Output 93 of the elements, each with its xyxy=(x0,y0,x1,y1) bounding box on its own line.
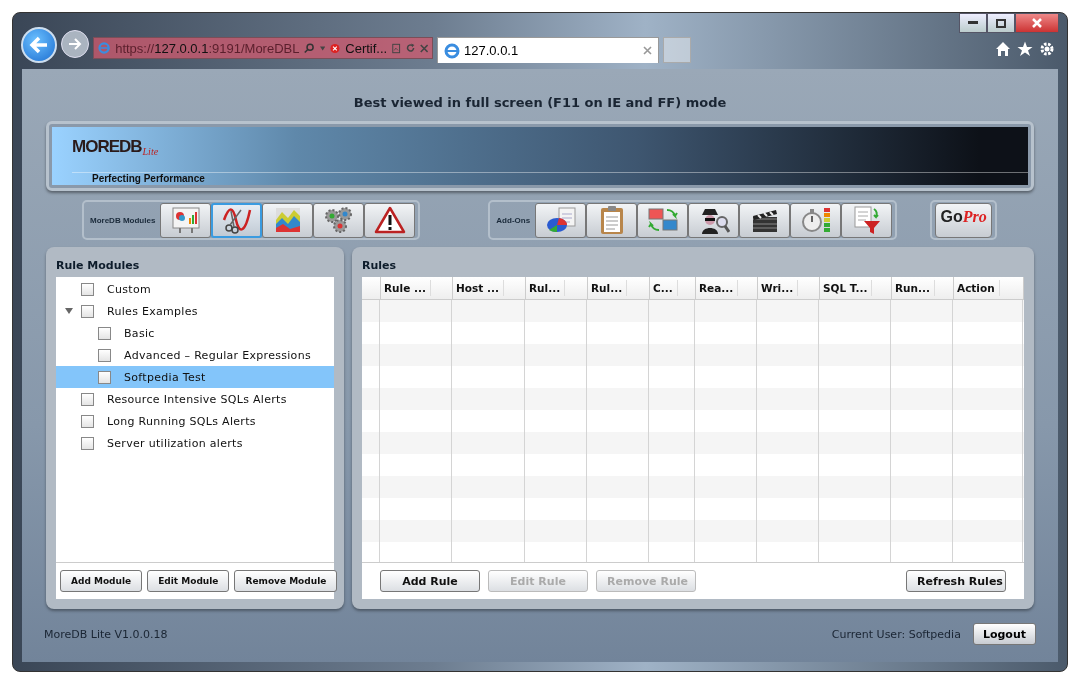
certificate-error-text[interactable]: Certif... xyxy=(345,40,388,56)
checkbox[interactable] xyxy=(98,370,111,384)
close-button[interactable] xyxy=(1015,13,1059,33)
browser-logo-icon xyxy=(98,40,111,56)
checkbox[interactable] xyxy=(81,392,94,406)
url-text: https://127.0.0.1:9191/MoreDBL xyxy=(115,40,300,56)
column-header[interactable]: Rea... xyxy=(699,280,739,296)
settings-icon[interactable] xyxy=(1039,41,1055,57)
checkbox[interactable] xyxy=(81,282,94,296)
toolbar-label: MoreDB Modules xyxy=(90,215,156,225)
refresh-rules-button[interactable]: Refresh Rules xyxy=(906,570,1006,592)
tree-item[interactable]: Custom xyxy=(56,278,334,300)
document-funnel-icon xyxy=(851,205,882,235)
panel-title: Rules xyxy=(362,258,397,272)
swap-monitors-icon xyxy=(646,206,679,234)
column-header[interactable]: Action xyxy=(957,280,1000,296)
module-button[interactable] xyxy=(262,202,314,238)
back-button[interactable] xyxy=(21,27,57,63)
minimize-icon xyxy=(968,21,978,25)
tree-item[interactable]: Resource Intensive SQLs Alerts xyxy=(56,388,334,410)
version-text: MoreDB Lite V1.0.0.18 xyxy=(44,627,168,641)
logout-button[interactable]: Logout xyxy=(972,623,1036,645)
tree-item[interactable]: Softpedia Test xyxy=(56,366,334,388)
error-icon xyxy=(330,41,341,55)
column-header[interactable]: C... xyxy=(653,280,678,296)
tree-item-label: Basic xyxy=(124,326,155,340)
checkbox[interactable] xyxy=(98,348,111,362)
dropdown-caret-icon[interactable] xyxy=(320,45,326,51)
stopwatch-icon xyxy=(799,206,832,234)
expand-triangle-icon[interactable] xyxy=(64,307,73,315)
go-pro-button[interactable]: GoPro xyxy=(935,202,993,238)
tree-item[interactable]: Rules Examples xyxy=(56,300,334,322)
back-arrow-icon xyxy=(29,36,49,54)
forward-button[interactable] xyxy=(61,30,89,58)
checkbox[interactable] xyxy=(81,414,94,428)
column-header[interactable]: Run... xyxy=(895,280,935,296)
gears-icon xyxy=(322,206,355,234)
address-bar[interactable]: https://127.0.0.1:9191/MoreDBL Certif... xyxy=(93,37,433,59)
logo-edition: Lite xyxy=(142,146,159,157)
forward-arrow-icon xyxy=(68,38,82,50)
module-button[interactable] xyxy=(211,202,263,238)
checkbox[interactable] xyxy=(98,326,111,340)
browser-logo-icon xyxy=(444,42,460,59)
tree-item-label: Rules Examples xyxy=(107,304,198,318)
star-icon[interactable] xyxy=(1017,41,1033,57)
presentation-board-icon xyxy=(170,206,201,234)
checkbox[interactable] xyxy=(81,304,94,318)
close-icon[interactable] xyxy=(643,46,652,55)
compatibility-icon[interactable] xyxy=(392,41,401,55)
module-action-button[interactable]: Edit Module xyxy=(147,570,230,592)
maximize-icon xyxy=(996,18,1006,28)
tree-item[interactable]: Long Running SQLs Alerts xyxy=(56,410,334,432)
browser-tab[interactable]: 127.0.0.1 xyxy=(437,37,659,63)
home-icon[interactable] xyxy=(995,41,1011,57)
close-icon xyxy=(1032,18,1042,28)
column-header[interactable]: Rul... xyxy=(591,280,628,296)
logo-text: MOREDB xyxy=(72,137,142,157)
minimize-button[interactable] xyxy=(959,13,987,33)
panel-title: Rule Modules xyxy=(56,258,140,272)
tree-item[interactable]: Advanced – Regular Expressions xyxy=(56,344,334,366)
column-header[interactable]: Host ... xyxy=(456,280,504,296)
addon-button[interactable] xyxy=(739,202,791,238)
addon-button[interactable] xyxy=(688,202,740,238)
tagline: Perfecting Performance xyxy=(72,172,1028,184)
column-header[interactable]: Wri... xyxy=(761,280,799,296)
tree-item-label: Custom xyxy=(107,282,151,296)
module-action-button[interactable]: Remove Module xyxy=(234,570,338,592)
search-icon[interactable] xyxy=(304,41,316,55)
tree-item-label: Advanced – Regular Expressions xyxy=(124,348,311,362)
close-icon[interactable] xyxy=(419,42,428,54)
warning-icon xyxy=(373,206,406,234)
tree-item-label: Long Running SQLs Alerts xyxy=(107,414,256,428)
tree-item[interactable]: Basic xyxy=(56,322,334,344)
toolbar-label: Add-Ons xyxy=(496,215,531,225)
pie-chart-icon xyxy=(544,206,577,234)
column-header[interactable]: Rule ... xyxy=(384,280,431,296)
module-button[interactable] xyxy=(364,202,416,238)
tree-item-label: Softpedia Test xyxy=(124,370,206,384)
tree-item[interactable]: Server utilization alerts xyxy=(56,432,334,454)
refresh-icon[interactable] xyxy=(405,42,415,54)
module-action-button[interactable]: Add Module xyxy=(60,570,143,592)
rule-action-button[interactable]: Add Rule xyxy=(380,570,480,592)
column-header[interactable]: SQL T... xyxy=(823,280,873,296)
maximize-button[interactable] xyxy=(987,13,1015,33)
column-header[interactable]: Rul... xyxy=(529,280,566,296)
tree-item-label: Server utilization alerts xyxy=(107,436,243,450)
checkbox[interactable] xyxy=(81,436,94,450)
module-button[interactable] xyxy=(313,202,365,238)
current-user-text: Current User: Softpedia xyxy=(831,627,961,641)
scissors-wave-icon xyxy=(220,206,253,234)
module-button[interactable] xyxy=(160,202,212,238)
tree-item-label: Resource Intensive SQLs Alerts xyxy=(107,392,287,406)
notice-text: Best viewed in full screen (F11 on IE and FF) mode xyxy=(352,94,728,112)
